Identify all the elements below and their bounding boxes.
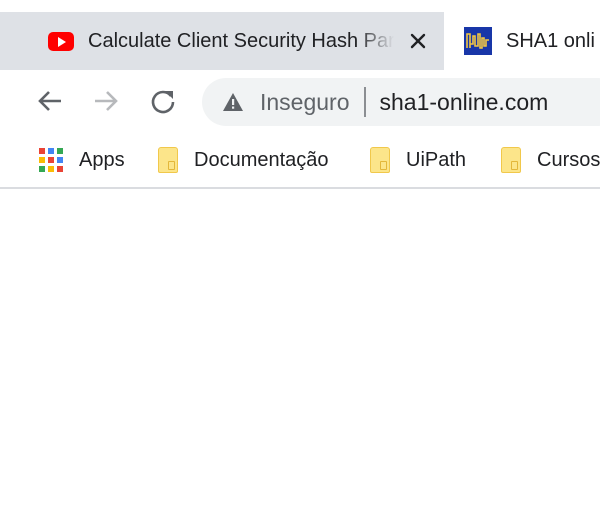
bookmarks-bar: Apps Documentação UiPath Cursos [0, 132, 600, 189]
tab-title: Calculate Client Security Hash Par [88, 29, 394, 52]
sha1-online-favicon-icon [464, 27, 492, 55]
bookmark-label: UiPath [406, 148, 467, 171]
page-content [0, 190, 600, 518]
bookmark-apps[interactable]: Apps [39, 145, 125, 175]
arrow-left-icon [38, 91, 61, 111]
tab-title: SHA1 onli [506, 29, 595, 52]
browser-toolbar: Inseguro sha1-online.com [0, 70, 600, 132]
apps-grid-icon [39, 148, 63, 172]
back-button[interactable] [33, 84, 67, 118]
folder-icon [370, 147, 390, 173]
tab-sha1-online[interactable]: SHA1 onli [444, 12, 600, 70]
url-text[interactable]: sha1-online.com [380, 89, 549, 116]
close-icon[interactable] [406, 29, 430, 53]
reload-icon [151, 90, 175, 114]
bookmark-label: Documentação [194, 148, 329, 171]
folder-icon [501, 147, 521, 173]
address-bar[interactable]: Inseguro sha1-online.com [202, 78, 600, 126]
forward-button[interactable] [89, 84, 123, 118]
bookmark-documentacao[interactable]: Documentação [158, 145, 329, 175]
tab-strip: Calculate Client Security Hash Par SHA1 … [0, 0, 600, 70]
reload-button[interactable] [146, 84, 180, 118]
security-label[interactable]: Inseguro [260, 89, 350, 116]
omnibox-divider [363, 87, 366, 117]
warning-triangle-icon[interactable] [222, 92, 244, 112]
bookmark-uipath[interactable]: UiPath [370, 145, 466, 175]
bookmark-label: Apps [79, 148, 125, 171]
folder-icon [158, 147, 178, 173]
bookmark-label: Cursos [537, 148, 600, 171]
arrow-right-icon [95, 91, 118, 111]
tab-youtube[interactable]: Calculate Client Security Hash Par [12, 12, 444, 70]
bookmark-cursos[interactable]: Cursos [501, 145, 600, 175]
youtube-icon [48, 31, 74, 51]
